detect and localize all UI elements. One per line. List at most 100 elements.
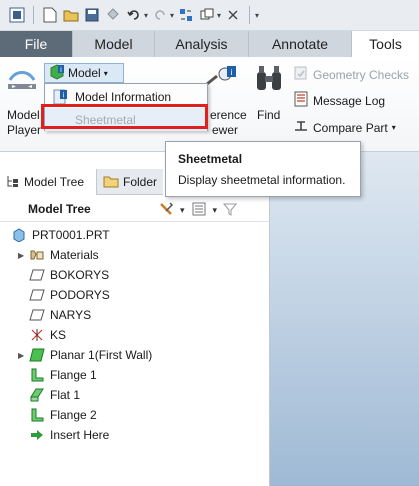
datum-plane-icon [28,307,46,323]
toolbar-divider [33,6,34,24]
show-filter-icon[interactable] [191,201,207,219]
redo-dropdown-icon[interactable]: ▾ [170,11,174,20]
expand-arrow-icon[interactable]: ▶ [18,351,28,360]
tab-model-tree[interactable]: Model Tree [0,169,97,195]
svg-text:i: i [63,91,65,99]
tree-item-planar-wall[interactable]: ▶ Planar 1(First Wall) [18,345,152,365]
windows-dropdown-icon[interactable]: ▾ [217,11,221,20]
model-tree-title: Model Tree [28,202,91,216]
compare-part-button[interactable]: Compare Part ▾ [293,118,396,137]
expand-arrow-icon[interactable]: ▶ [18,251,28,260]
windows-icon[interactable] [198,6,216,24]
model-info-icon: i [49,63,65,83]
chevron-down-icon: ▾ [103,68,108,78]
reference-viewer-label-1: erence [210,108,247,122]
flat-wall-icon [28,387,46,403]
message-log-label: Message Log [313,93,386,108]
open-folder-icon[interactable] [62,6,80,24]
tree-item-label: KS [50,328,67,342]
undo-dropdown-icon[interactable]: ▾ [144,11,148,20]
geometry-checks-button[interactable]: Geometry Checks [293,65,409,84]
tree-item-plane[interactable]: BOKORYS [28,265,109,285]
customize-toolbar-icon[interactable]: ▾ [255,11,259,20]
datum-plane-icon [28,267,46,283]
tree-item-label: Flange 1 [50,368,97,382]
tab-model[interactable]: Model [73,31,155,57]
tree-item-label: Planar 1(First Wall) [50,348,153,362]
reference-viewer-button[interactable]: i [205,66,237,91]
tree-item-flange[interactable]: Flange 2 [28,405,97,425]
materials-icon [28,247,46,263]
tree-item-label: Flat 1 [50,388,81,402]
tree-item-plane[interactable]: NARYS [28,305,91,325]
tab-analysis[interactable]: Analysis [155,31,249,57]
filter-icon[interactable] [222,202,238,218]
tooltip-title: Sheetmetal [178,152,243,166]
find-label: Find [257,108,281,122]
tab-tools[interactable]: Tools [352,31,419,57]
model-player-label-2: Player [7,123,42,137]
tree-item-insert-here[interactable]: Insert Here [28,425,109,445]
highlight-annotation-box [41,104,208,129]
compare-part-label: Compare Part [313,120,388,135]
flange-icon [28,367,46,383]
tab-file[interactable]: File [0,31,73,57]
reference-viewer-icon: i [205,66,237,91]
model-dropdown-button[interactable]: i Model ▾ [44,63,124,83]
reference-viewer-label-2: ewer [212,123,239,137]
tree-item-label: PRT0001.PRT [32,228,110,242]
regenerate-icon[interactable] [104,6,122,24]
model-information-icon: i [45,89,75,105]
app-icon[interactable] [8,6,26,24]
model-tree-header: Model Tree ▾ ▾ [0,195,269,222]
menu-item-label: Model Information [75,89,172,104]
tree-item-csys[interactable]: KS [28,325,66,345]
find-button[interactable] [254,64,284,97]
flange-icon [28,407,46,423]
tree-item-flange[interactable]: Flange 1 [28,365,97,385]
tab-annotate[interactable]: Annotate [249,31,352,57]
close-window-icon[interactable] [224,6,242,24]
redo-icon[interactable] [151,6,169,24]
undo-icon[interactable] [125,6,143,24]
model-dropdown-label: Model [68,66,101,80]
binoculars-icon [254,64,284,97]
tab-folder-label: Folder [122,175,157,189]
planar-wall-icon [28,347,46,363]
geometry-checks-icon [293,65,309,84]
ribbon-tab-bar: File Model Analysis Annotate Tools [0,31,419,57]
tree-item-label: NARYS [50,308,92,322]
settings-tools-icon[interactable] [158,201,174,219]
tab-model-tree-label: Model Tree [24,175,85,189]
tree-item-materials[interactable]: ▶ Materials [18,245,99,265]
tree-item-flat[interactable]: Flat 1 [28,385,80,405]
tree-item-label: Materials [50,248,99,262]
model-player-button[interactable] [6,66,38,95]
graphics-area[interactable] [270,152,419,486]
chevron-down-icon[interactable]: ▾ [392,123,396,132]
tree-item-label: Insert Here [50,428,110,442]
tree-item-label: Flange 2 [50,408,97,422]
model-tree-panel: Model Tree ▾ ▾ PRT0001.PRT ▶ Materials B… [0,195,270,486]
compare-part-icon [293,118,309,137]
new-file-icon[interactable] [41,6,59,24]
model-tree-tools: ▾ ▾ [158,201,238,219]
regenerate-model-icon[interactable] [177,6,195,24]
svg-text:i: i [230,68,232,77]
insert-here-arrow-icon [28,427,46,443]
sheetmetal-tooltip: Sheetmetal Display sheetmetal informatio… [165,141,361,197]
tab-folder-browser[interactable]: Folder [97,169,163,195]
save-icon[interactable] [83,6,101,24]
tree-item-plane[interactable]: PODORYS [28,285,110,305]
tree-item-label: BOKORYS [50,268,110,282]
message-log-button[interactable]: Message Log [293,91,385,110]
tree-item-part[interactable]: PRT0001.PRT [10,225,110,245]
coordinate-system-icon [28,327,46,343]
navigator-tabs: Model Tree Folder [0,169,163,195]
svg-text:i: i [60,66,62,74]
datum-plane-icon [28,287,46,303]
part-icon [10,227,28,243]
chevron-down-icon[interactable]: ▾ [180,205,185,216]
chevron-down-icon[interactable]: ▾ [213,205,218,216]
quick-access-toolbar: ▾ ▾ ▾ ▾ [0,0,419,31]
